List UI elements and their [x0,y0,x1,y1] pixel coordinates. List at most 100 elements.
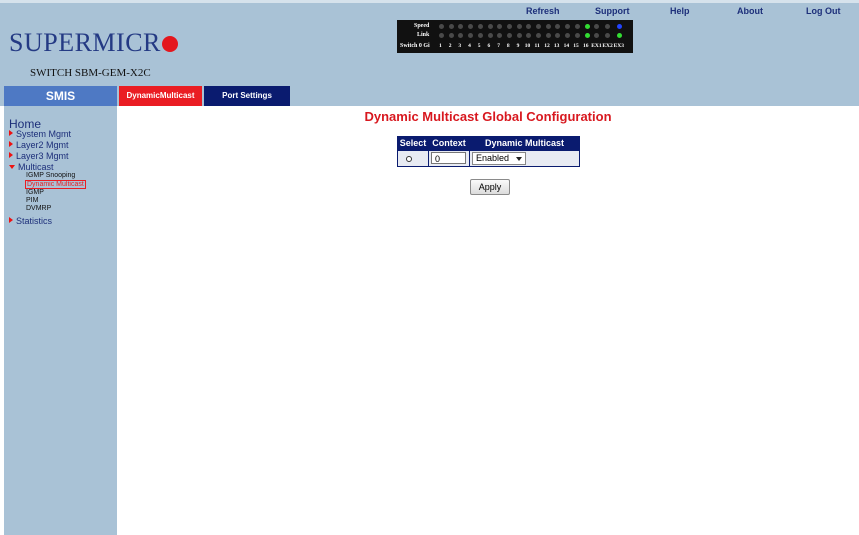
speed-led-icon [439,24,444,29]
link-led-icon [565,33,571,38]
switch-label: Switch 0 Gi [400,43,430,49]
link-led-icon [616,33,622,38]
speed-led-icon [574,24,580,29]
top-strip [0,0,859,3]
expand-arrow-icon [9,141,13,147]
port-number: 4 [468,43,471,49]
speed-led-icon [616,24,622,29]
link-led-icon [497,33,503,38]
sidebar-sub-dvmrp[interactable]: DVMRP [26,205,51,212]
header-band: SUPERMICR SWITCH SBM-GEM-X2C Refresh Sup… [0,0,859,86]
link-led-icon [584,33,590,38]
link-led-icon [487,33,493,38]
cell-context: 0 [429,151,469,166]
sidebar: Home System Mgmt Layer2 Mgmt Layer3 Mgmt… [4,106,117,535]
link-led-icon [545,33,551,38]
col-select: Select [398,137,428,150]
logout-link[interactable]: Log Out [806,6,841,16]
speed-led-icon [506,24,512,29]
cell-select [398,151,428,166]
link-led-icon [468,33,474,38]
link-led-icon [477,33,483,38]
link-led-icon [574,33,580,38]
port-number: 15 [573,43,579,49]
expand-arrow-icon [9,152,13,158]
col-status: Dynamic Multicast Status [470,137,579,161]
switch-model: SWITCH SBM-GEM-X2C [30,67,151,79]
refresh-link[interactable]: Refresh [526,6,560,16]
status-select[interactable]: Enabled [472,152,526,165]
port-number: EX3 [613,43,624,49]
tab-port-settings[interactable]: Port Settings [204,86,290,106]
speed-label: Speed [414,23,430,29]
port-number: EX2 [602,43,613,49]
speed-led-icon [584,24,590,29]
supermicro-logo: SUPERMICR [9,28,178,58]
link-led-icon [526,33,532,38]
speed-led-icon [565,24,571,29]
speed-led-icon [545,24,551,29]
speed-led-icon [458,24,464,29]
collapse-arrow-icon [9,165,15,169]
port-number: 8 [506,43,510,49]
sidebar-sub-igmp[interactable]: IGMP [26,189,44,196]
speed-led-icon [487,24,493,29]
link-led-icon [439,33,444,38]
speed-led-icon [477,24,483,29]
link-led-icon [536,33,541,38]
sidebar-item-system-mgmt[interactable]: System Mgmt [9,129,71,139]
link-led-icon [448,33,454,38]
apply-button[interactable]: Apply [470,179,510,195]
page-title: Dynamic Multicast Global Configuration [364,109,612,124]
sidebar-item-layer2-mgmt[interactable]: Layer2 Mgmt [9,140,69,150]
link-led-icon [506,33,512,38]
top-links: Refresh Support Help About Log Out [0,6,859,20]
config-table: Select Context Dynamic Multicast Status … [397,136,580,167]
port-number: 7 [497,43,500,49]
link-led-icon [594,33,600,38]
port-number: 16 [583,43,589,49]
speed-led-icon [468,24,474,29]
link-led-icon [605,33,611,38]
sidebar-item-multicast[interactable]: Multicast [9,162,54,172]
cell-status: Enabled [470,151,579,166]
speed-led-icon [497,24,503,29]
logo-dot-icon [161,36,178,52]
expand-arrow-icon [9,130,13,136]
sidebar-item-layer3-mgmt[interactable]: Layer3 Mgmt [9,151,69,161]
sidebar-sub-igmp-snooping[interactable]: IGMP Snooping [26,172,75,179]
port-number: EX1 [591,43,602,49]
port-number: 6 [487,43,491,49]
speed-led-icon [448,24,454,29]
port-number: 11 [534,43,540,49]
support-link[interactable]: Support [595,6,630,16]
speed-led-icon [594,24,600,29]
speed-led-icon [605,24,611,29]
context-input[interactable]: 0 [431,152,466,164]
sidebar-sub-pim[interactable]: PIM [26,197,38,204]
port-number: 14 [563,43,570,49]
link-led-icon [516,33,522,38]
port-number: 10 [524,43,531,49]
port-number: 5 [477,43,481,49]
col-context: Context [429,137,469,150]
port-number: 12 [544,43,550,49]
port-number: 2 [448,43,452,49]
port-number: 13 [553,43,560,49]
port-number: 9 [516,43,520,49]
speed-led-icon [536,24,541,29]
sidebar-item-statistics[interactable]: Statistics [9,216,52,226]
link-led-icon [555,33,561,38]
help-link[interactable]: Help [670,6,690,16]
expand-arrow-icon [9,217,13,223]
port-status-panel: Speed Link Switch 0 Gi 1 2 3 4 5 6 7 8 9 10 11 12 13… [397,20,633,53]
link-led-icon [458,33,464,38]
port-number: 3 [458,43,462,49]
dropdown-arrow-icon [516,157,522,161]
sidebar-sub-dynamic-multicast[interactable]: Dynamic Multicast [25,180,86,189]
row-select-radio[interactable] [406,156,412,162]
smis-label: SMIS [4,86,117,106]
tab-dynamic-multicast[interactable]: DynamicMulticast [119,86,202,106]
speed-led-icon [516,24,522,29]
about-link[interactable]: About [737,6,763,16]
